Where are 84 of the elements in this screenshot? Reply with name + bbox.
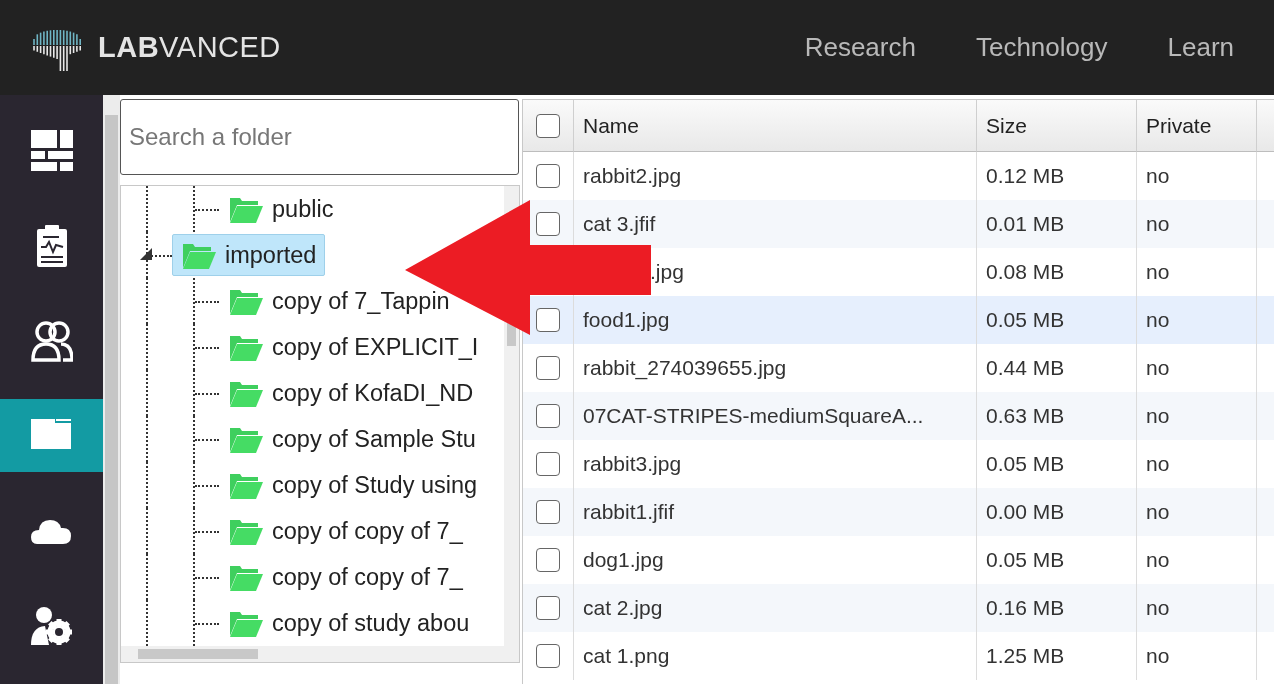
folder-tree-item[interactable]: copy of Study using — [219, 464, 487, 506]
column-header[interactable]: Private — [1137, 100, 1257, 152]
search-field[interactable]: Search a folder — [120, 99, 519, 175]
table-cell: no — [1146, 548, 1170, 572]
table-cell: 0.12 MB — [986, 164, 1065, 188]
table-cell: dog1.jpg — [583, 548, 664, 572]
row-checkbox[interactable] — [536, 500, 560, 524]
table-cell: no — [1146, 596, 1170, 620]
open-folder-icon — [229, 563, 263, 591]
table-cell: no — [1146, 500, 1170, 524]
open-folder-icon — [229, 609, 263, 637]
folder-tree-item[interactable]: public — [219, 188, 343, 230]
nav-link[interactable]: Learn — [1167, 32, 1234, 63]
open-folder-icon — [229, 195, 263, 223]
folder-tree-item[interactable]: copy of copy of 7_ — [219, 556, 472, 598]
row-checkbox[interactable] — [536, 644, 560, 668]
row-checkbox[interactable] — [536, 164, 560, 188]
open-folder-icon — [182, 241, 216, 269]
expanded-triangle-icon[interactable] — [140, 248, 152, 260]
folder-tree-item[interactable]: copy of EXPLICIT_I — [219, 326, 488, 368]
table-cell: rabbit_274039655.jpg — [583, 356, 787, 380]
table-cell: 0.01 MB — [986, 212, 1065, 236]
table-cell: 0.08 MB — [986, 260, 1065, 284]
horizontal-scrollbar[interactable] — [121, 646, 519, 662]
row-checkbox[interactable] — [536, 548, 560, 572]
table-cell: 0.05 MB — [986, 452, 1065, 476]
open-folder-icon — [229, 379, 263, 407]
folder-tree-item[interactable]: copy of 7_Tappin — [219, 280, 459, 322]
table-cell: no — [1146, 164, 1170, 188]
table-cell: 0.05 MB — [986, 308, 1065, 332]
table-cell: food1.jpg — [583, 308, 670, 332]
nav-link[interactable]: Research — [804, 32, 916, 63]
open-folder-icon — [229, 425, 263, 453]
table-row[interactable]: cat 2.jpg 0.16 MB no — [523, 584, 1274, 632]
table-cell: 0.63 MB — [986, 404, 1065, 428]
folder-tree-item[interactable]: copy of Sample Stu — [219, 418, 485, 460]
table-row[interactable]: 07CAT-STRIPES-mediumSquareA... 0.63 MB no — [523, 392, 1274, 440]
users-icon — [30, 320, 73, 363]
table-row[interactable]: cat 3.jfif 0.01 MB no — [523, 200, 1274, 248]
table-cell: no — [1146, 404, 1170, 428]
table-row[interactable]: cat 1.png 1.25 MB no — [523, 632, 1274, 680]
user-gear-icon — [30, 604, 73, 647]
table-cell: no — [1146, 212, 1170, 236]
select-all-checkbox[interactable] — [536, 113, 560, 138]
table-cell: 0.44 MB — [986, 356, 1065, 380]
table-cell: rabbit2.jpg — [583, 164, 682, 188]
row-checkbox[interactable] — [536, 212, 560, 236]
table-cell: no — [1146, 308, 1170, 332]
open-folder-icon — [229, 517, 263, 545]
row-checkbox[interactable] — [536, 596, 560, 620]
table-cell: rabbit3.jpg — [583, 452, 682, 476]
table-cell: 0.05 MB — [986, 548, 1065, 572]
table-cell: no — [1146, 452, 1170, 476]
table-cell: 1.25 MB — [986, 644, 1065, 668]
open-folder-icon — [229, 287, 263, 315]
folder-tree-item[interactable]: copy of KofaDI_ND — [219, 372, 483, 414]
row-checkbox[interactable] — [536, 404, 560, 428]
table-cell: cat 2.jpg — [583, 596, 663, 620]
table-cell: 0.00 MB — [986, 500, 1065, 524]
table-cell: cat 1.png — [583, 644, 670, 668]
scrollbar[interactable] — [105, 115, 118, 684]
table-cell: 07CAT-STRIPES-mediumSquareA... — [583, 404, 924, 428]
column-header[interactable]: Size — [977, 100, 1137, 152]
folder-tree-item[interactable]: copy of study abou — [219, 602, 479, 644]
logo-text: LABVANCED — [98, 31, 281, 64]
open-folder-icon — [229, 333, 263, 361]
table-cell: .jpg — [650, 260, 684, 284]
table-cell: rabbit1.jfif — [583, 500, 675, 524]
folder-tree-item[interactable]: copy of copy of 7_ — [219, 510, 472, 552]
open-folder-icon — [229, 471, 263, 499]
table-row[interactable]: food1.jpg 0.05 MB no — [523, 296, 1274, 344]
row-checkbox[interactable] — [536, 452, 560, 476]
table-cell: no — [1146, 356, 1170, 380]
table-cell: cat 3.jfif — [583, 212, 656, 236]
nav-link[interactable]: Technology — [975, 32, 1108, 63]
table-cell: 0.16 MB — [986, 596, 1065, 620]
folder-tree-item[interactable]: imported — [172, 234, 326, 276]
column-header[interactable]: Name — [574, 100, 977, 152]
row-checkbox[interactable] — [536, 308, 560, 332]
table-row[interactable]: rabbit1.jfif 0.00 MB no — [523, 488, 1274, 536]
table-cell: no — [1146, 644, 1170, 668]
table-cell: no — [1146, 260, 1170, 284]
row-checkbox[interactable] — [536, 356, 560, 380]
dashboard-icon — [30, 130, 73, 173]
